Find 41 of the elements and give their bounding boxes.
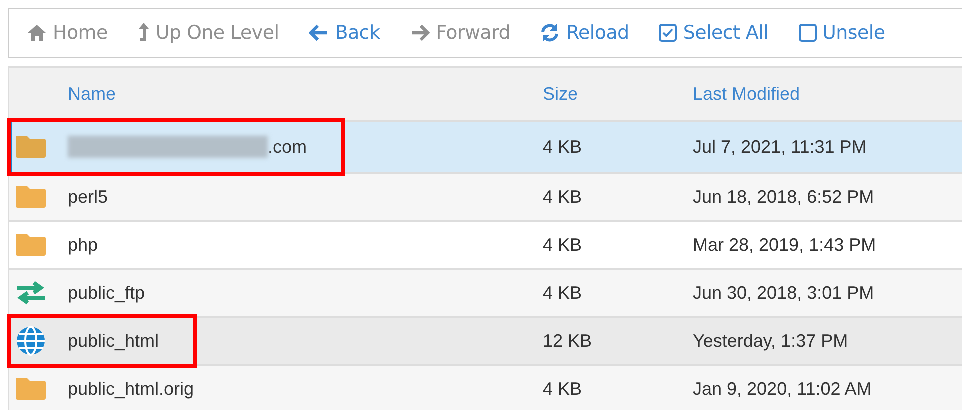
modified-date: Jan 9, 2020, 11:02 AM (693, 378, 872, 398)
file-size: 4 KB (543, 136, 582, 156)
modified-date: Jun 18, 2018, 6:52 PM (693, 186, 874, 206)
file-row[interactable]: public_ftp 4 KB Jun 30, 2018, 3:01 PM (9, 270, 962, 318)
file-name: public_html (68, 330, 160, 352)
file-size: 4 KB (543, 282, 582, 302)
toolbar-button[interactable]: Reload (540, 22, 630, 44)
column-header[interactable]: Size (543, 84, 578, 104)
modified-date: Yesterday, 1:37 PM (693, 330, 848, 350)
modified-date: Mar 28, 2019, 1:43 PM (693, 234, 876, 254)
up-arrow-icon (138, 22, 150, 44)
home-icon (27, 24, 47, 42)
modified-date: Jun 30, 2018, 3:01 PM (693, 282, 874, 302)
forward-arrow-icon (410, 24, 430, 42)
file-size: 12 KB (543, 330, 592, 350)
file-row[interactable]: public_html.orig 4 KB Jan 9, 2020, 11:02 AM (9, 366, 962, 410)
column-header[interactable]: Name (68, 84, 116, 104)
file-size: 4 KB (543, 186, 582, 206)
modified-date: Jul 7, 2021, 11:31 PM (693, 136, 867, 156)
checkbox-empty-icon (798, 24, 817, 42)
checkbox-checked-icon (659, 24, 678, 42)
file-name: public_html.orig (68, 378, 194, 400)
globe-icon (15, 326, 47, 356)
folder-icon (15, 377, 47, 401)
toolbar-button[interactable]: Select All (659, 22, 769, 44)
file-name: .com (68, 136, 308, 158)
column-header[interactable]: Last Modified (693, 84, 800, 104)
back-arrow-icon (309, 24, 330, 42)
reload-icon (540, 23, 560, 43)
file-size: 4 KB (543, 378, 582, 398)
toolbar-button[interactable]: Back (309, 22, 380, 44)
file-name: public_ftp (68, 282, 146, 304)
folder-icon (15, 135, 47, 159)
file-name: perl5 (68, 186, 108, 208)
folder-icon (15, 185, 47, 209)
folder-icon (15, 233, 47, 257)
transfer-arrows-icon (15, 281, 47, 305)
toolbar-button[interactable]: Unsele (798, 22, 886, 44)
file-size: 4 KB (543, 234, 582, 254)
file-name: php (68, 234, 98, 256)
file-row[interactable]: perl5 4 KB Jun 18, 2018, 6:52 PM (9, 174, 962, 222)
